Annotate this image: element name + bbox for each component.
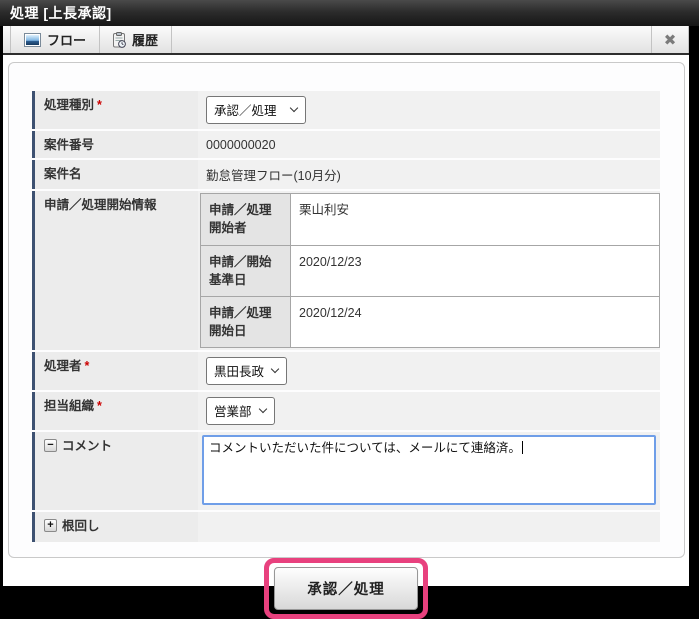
expand-plus-icon[interactable]: + <box>44 519 57 532</box>
history-clipboard-icon <box>113 32 126 48</box>
org-select[interactable]: 営業部 <box>206 397 275 425</box>
org-selected-value: 営業部 <box>214 401 252 420</box>
row-matter-number: 案件番号 0000000020 <box>32 131 660 158</box>
row-processor: 処理者* 黒田長政 <box>32 352 660 390</box>
row-org: 担当組織* 営業部 <box>32 392 660 430</box>
apply-starter-label: 申請／処理開始者 <box>201 194 291 245</box>
row-process-type: 処理種別* 承認／処理 <box>32 91 660 129</box>
required-mark: * <box>97 398 102 414</box>
row-matter-name: 案件名 勤怠管理フロー(10月分) <box>32 160 660 189</box>
pink-highlight-annotation: 承認／処理 <box>264 558 428 619</box>
form-panel: 処理種別* 承認／処理 案件番号 0000000020 <box>8 62 685 558</box>
apply-starter-value: 栗山利安 <box>291 194 660 245</box>
process-type-select[interactable]: 承認／処理 <box>206 96 306 124</box>
process-type-selected-value: 承認／処理 <box>214 100 277 119</box>
nemawashi-cell <box>198 512 660 542</box>
collapse-minus-icon[interactable]: − <box>44 439 57 452</box>
chevron-down-icon <box>289 104 297 112</box>
process-type-cell: 承認／処理 <box>198 91 660 129</box>
close-icon: ✖ <box>664 31 677 49</box>
row-comment: − コメント コメントいただいた件については、メールにて連絡済。 <box>32 432 660 510</box>
apply-base-date-value: 2020/12/23 <box>291 245 660 296</box>
toolbar-spacer <box>171 26 651 53</box>
approve-process-button[interactable]: 承認／処理 <box>274 567 418 610</box>
chevron-down-icon <box>271 365 279 373</box>
text-cursor <box>522 441 523 454</box>
approval-form: 処理種別* 承認／処理 案件番号 0000000020 <box>32 91 660 619</box>
comment-text: コメントいただいた件については、メールにて連絡済。 <box>209 441 521 455</box>
window-title: 処理 [上長承認] <box>10 5 112 21</box>
window-body: フロー 履歴 ✖ <box>3 26 689 586</box>
history-button-label: 履歴 <box>132 30 158 49</box>
table-row: 申請／処理開始日 2020/12/24 <box>201 296 660 347</box>
table-row: 申請／開始基準日 2020/12/23 <box>201 245 660 296</box>
toolbar: フロー 履歴 ✖ <box>3 26 689 55</box>
row-nemawashi: + 根回し <box>32 512 660 542</box>
matter-number-value: 0000000020 <box>198 131 660 158</box>
apply-start-date-label: 申請／処理開始日 <box>201 296 291 347</box>
history-button[interactable]: 履歴 <box>99 26 172 53</box>
processor-label: 処理者* <box>32 352 198 390</box>
nemawashi-label: + 根回し <box>32 512 198 542</box>
matter-name-label: 案件名 <box>32 160 198 189</box>
content-area: 処理種別* 承認／処理 案件番号 0000000020 <box>3 55 689 586</box>
org-cell: 営業部 <box>198 392 660 430</box>
apply-base-date-label: 申請／開始基準日 <box>201 245 291 296</box>
required-mark: * <box>97 97 102 113</box>
apply-info-table: 申請／処理開始者 栗山利安 申請／開始基準日 2020/12/23 申請／処理開… <box>200 193 660 348</box>
apply-info-label: 申請／処理開始情報 <box>32 191 198 350</box>
process-type-label: 処理種別* <box>32 91 198 129</box>
flow-image-icon <box>24 33 41 47</box>
processor-cell: 黒田長政 <box>198 352 660 390</box>
comment-cell: コメントいただいた件については、メールにて連絡済。 <box>198 432 660 510</box>
required-mark: * <box>85 358 90 374</box>
org-label: 担当組織* <box>32 392 198 430</box>
table-row: 申請／処理開始者 栗山利安 <box>201 194 660 245</box>
comment-textarea[interactable]: コメントいただいた件については、メールにて連絡済。 <box>202 435 656 505</box>
matter-number-label: 案件番号 <box>32 131 198 158</box>
apply-start-date-value: 2020/12/24 <box>291 296 660 347</box>
processor-selected-value: 黒田長政 <box>214 361 264 380</box>
row-apply-info: 申請／処理開始情報 申請／処理開始者 栗山利安 申請／開始基準日 <box>32 191 660 350</box>
window-title-bar: 処理 [上長承認] <box>0 0 699 26</box>
processor-select[interactable]: 黒田長政 <box>206 357 287 385</box>
chevron-down-icon <box>258 405 266 413</box>
close-button[interactable]: ✖ <box>651 26 689 53</box>
comment-label: − コメント <box>32 432 198 510</box>
flow-button[interactable]: フロー <box>10 26 100 53</box>
apply-info-cell: 申請／処理開始者 栗山利安 申請／開始基準日 2020/12/23 申請／処理開… <box>198 191 660 350</box>
matter-name-value: 勤怠管理フロー(10月分) <box>198 160 660 189</box>
flow-button-label: フロー <box>47 30 86 49</box>
submit-area: 承認／処理 <box>32 558 660 619</box>
